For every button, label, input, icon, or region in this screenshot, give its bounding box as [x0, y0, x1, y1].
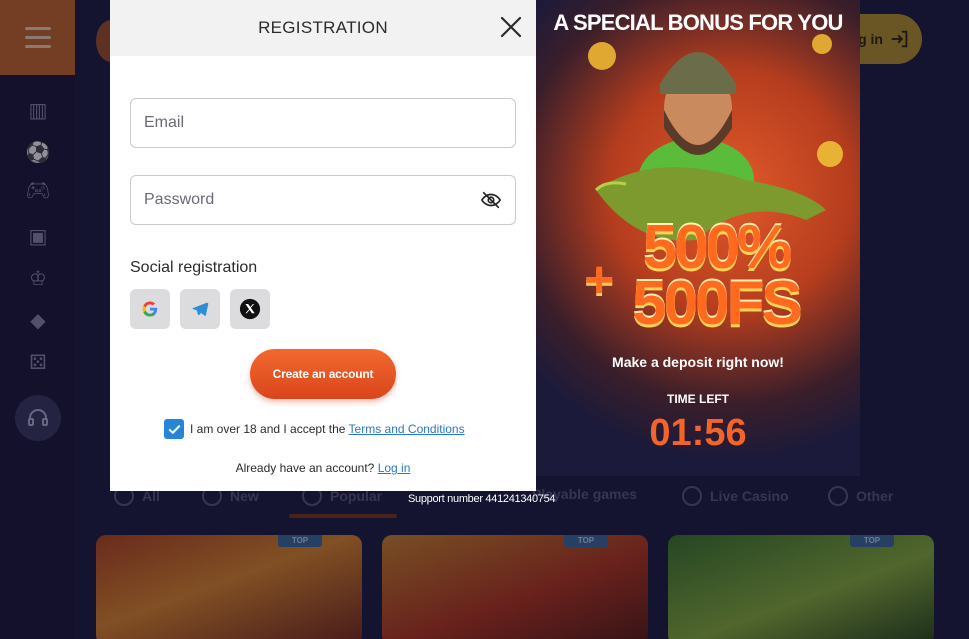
checkmark-icon — [168, 424, 180, 434]
login-link[interactable]: Log in — [378, 461, 411, 475]
google-icon — [142, 301, 158, 317]
password-input[interactable] — [144, 191, 480, 209]
password-field[interactable] — [130, 175, 516, 225]
email-input[interactable] — [144, 114, 502, 132]
email-field[interactable] — [130, 98, 516, 148]
telegram-login-button[interactable] — [180, 289, 220, 329]
close-button[interactable] — [498, 14, 524, 40]
telegram-icon — [192, 302, 209, 316]
modal-title: REGISTRATION — [258, 18, 388, 37]
terms-link[interactable]: Terms and Conditions — [349, 422, 465, 436]
login-prefix: Already have an account? — [235, 461, 378, 475]
bonus-free-spins: 500FS — [632, 269, 803, 338]
terms-row: I am over 18 and I accept the Terms and … — [164, 419, 465, 439]
x-icon — [239, 298, 261, 320]
x-login-button[interactable] — [230, 289, 270, 329]
bonus-percent: 500% — [642, 213, 793, 282]
time-left-label: TIME LEFT — [667, 392, 729, 406]
promo-subtitle: Make a deposit right now! — [612, 354, 784, 370]
create-account-button[interactable]: Create an account — [250, 349, 396, 399]
terms-text: I am over 18 and I accept the Terms and … — [190, 422, 465, 436]
bonus-promo-panel: A SPECIAL BONUS FOR YOU + 500% 500FS Mak… — [536, 0, 860, 476]
modal-header: REGISTRATION — [110, 0, 536, 56]
countdown-timer: 01:56 — [649, 412, 747, 454]
support-number: Support number 441241340754 — [408, 493, 556, 505]
registration-modal: REGISTRATION Social registration — [110, 0, 536, 491]
terms-checkbox[interactable] — [164, 419, 184, 439]
eye-slash-icon[interactable] — [480, 189, 502, 211]
bonus-amount: 500% 500FS — [586, 213, 846, 338]
login-prompt: Already have an account? Log in — [110, 461, 536, 475]
social-registration-label: Social registration — [130, 259, 258, 276]
google-login-button[interactable] — [130, 289, 170, 329]
close-icon — [500, 16, 522, 38]
terms-prefix: I am over 18 and I accept the — [190, 422, 349, 436]
